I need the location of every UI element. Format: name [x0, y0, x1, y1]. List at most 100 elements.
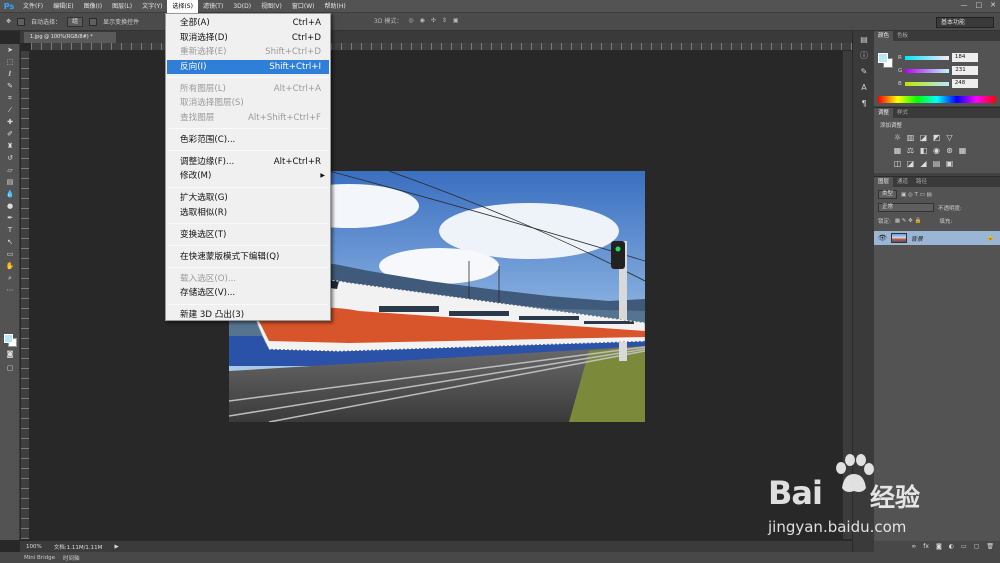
- rotate-3d-icon[interactable]: ◎: [408, 17, 413, 24]
- timeline-tab[interactable]: 时间轴: [63, 554, 80, 562]
- posterize-icon[interactable]: ◪: [905, 158, 916, 169]
- foreground-color-swatch[interactable]: [4, 334, 13, 343]
- menu-item[interactable]: 文件(F): [18, 0, 48, 13]
- lasso-tool-icon[interactable]: ℓ: [0, 68, 20, 80]
- color-spectrum[interactable]: [878, 96, 996, 103]
- show-transform-checkbox[interactable]: [89, 17, 98, 26]
- drag-3d-icon[interactable]: ✣: [431, 17, 436, 24]
- shape-tool-icon[interactable]: ▭: [0, 248, 20, 260]
- levels-icon[interactable]: ▥: [905, 132, 916, 143]
- menu-item[interactable]: 编辑(E): [48, 0, 78, 13]
- type-tool-icon[interactable]: T: [0, 224, 20, 236]
- crop-tool-icon[interactable]: ⌗: [0, 92, 20, 104]
- menu-item[interactable]: 图像(I): [79, 0, 107, 13]
- blue-slider[interactable]: [904, 81, 949, 86]
- filter-icons[interactable]: ▣ ◎ T ▭ ▤: [901, 192, 932, 198]
- delete-layer-icon[interactable]: 🗑: [986, 543, 994, 550]
- select-menu-item[interactable]: 新建 3D 凸出(3): [167, 308, 329, 322]
- path-select-icon[interactable]: ↖: [0, 236, 20, 248]
- move-tool-icon[interactable]: ✥: [6, 18, 11, 25]
- menu-item[interactable]: 视图(V): [256, 0, 287, 13]
- blur-tool-icon[interactable]: 💧: [0, 188, 20, 200]
- character-panel-icon[interactable]: A: [853, 79, 875, 95]
- link-layers-icon[interactable]: ∞: [911, 543, 916, 550]
- color-balance-icon[interactable]: ⚖: [905, 145, 916, 156]
- selective-color-icon[interactable]: ▣: [944, 158, 955, 169]
- screen-mode-icon[interactable]: ▢: [0, 362, 20, 374]
- select-menu-item[interactable]: 存储选区(V)...: [167, 286, 329, 300]
- select-menu-item[interactable]: 调整边缘(F)... Alt+Ctrl+R: [167, 155, 329, 169]
- red-value-input[interactable]: 184: [951, 53, 978, 62]
- select-menu-item[interactable]: 反向(I) Shift+Ctrl+I: [167, 59, 329, 74]
- zoom-level[interactable]: 100%: [26, 544, 42, 550]
- tab-color[interactable]: 颜色: [874, 31, 894, 41]
- layer-row-background[interactable]: 👁 背景 🔒: [874, 231, 1000, 245]
- menu-item[interactable]: 图层(L): [107, 0, 137, 13]
- select-menu-item[interactable]: 取消选择(D) Ctrl+D: [167, 31, 329, 45]
- tab-swatches[interactable]: 色板: [893, 31, 912, 41]
- eraser-tool-icon[interactable]: ▱: [0, 164, 20, 176]
- scale-3d-icon[interactable]: ▣: [453, 17, 459, 24]
- healing-brush-icon[interactable]: ✚: [0, 116, 20, 128]
- new-group-icon[interactable]: ▭: [961, 543, 967, 550]
- marquee-tool-icon[interactable]: ⬚: [0, 56, 20, 68]
- lock-icons[interactable]: ▦ ✎ ✥ 🔒: [895, 218, 922, 224]
- tab-paths[interactable]: 路径: [912, 177, 931, 187]
- zoom-tool-icon[interactable]: ⌕: [0, 272, 20, 284]
- color-lookup-icon[interactable]: ▦: [957, 145, 968, 156]
- hand-tool-icon[interactable]: ✋: [0, 260, 20, 272]
- new-adjustment-icon[interactable]: ◐: [949, 543, 954, 550]
- add-mask-icon[interactable]: ◙: [936, 543, 942, 550]
- tab-adjustments[interactable]: 调整: [874, 108, 894, 118]
- vibrance-icon[interactable]: ▽: [944, 132, 955, 143]
- roll-3d-icon[interactable]: ◉: [420, 17, 425, 24]
- status-menu-arrow-icon[interactable]: ▶: [114, 544, 118, 550]
- clone-stamp-icon[interactable]: ♜: [0, 140, 20, 152]
- slide-3d-icon[interactable]: ⇕: [442, 17, 447, 24]
- select-menu-item[interactable]: 全部(A) Ctrl+A: [167, 16, 329, 30]
- minimize-icon[interactable]: —: [961, 1, 968, 9]
- red-slider[interactable]: [904, 55, 949, 60]
- quick-mask-icon[interactable]: ◙: [0, 348, 20, 360]
- auto-select-checkbox[interactable]: [17, 17, 26, 26]
- tab-channels[interactable]: 通道: [893, 177, 912, 187]
- fx-icon[interactable]: fx: [923, 543, 929, 550]
- mini-bridge-tab[interactable]: Mini Bridge: [24, 555, 55, 561]
- blue-value-input[interactable]: 248: [951, 79, 978, 88]
- exposure-icon[interactable]: ◩: [931, 132, 942, 143]
- properties-panel-icon[interactable]: ⓘ: [853, 47, 875, 63]
- channel-mixer-icon[interactable]: ⊛: [944, 145, 955, 156]
- photo-filter-icon[interactable]: ◉: [931, 145, 942, 156]
- invert-icon[interactable]: ◫: [892, 158, 903, 169]
- workspace-selector[interactable]: 基本功能: [936, 17, 994, 28]
- menu-item[interactable]: 窗口(W): [287, 0, 320, 13]
- brush-tool-icon[interactable]: ✐: [0, 128, 20, 140]
- document-tab[interactable]: 1.jpg @ 100%(RGB/8#) *: [24, 32, 116, 43]
- maximize-icon[interactable]: □: [976, 1, 983, 9]
- gradient-tool-icon[interactable]: ▤: [0, 176, 20, 188]
- history-panel-icon[interactable]: ▤: [853, 31, 875, 47]
- black-white-icon[interactable]: ◧: [918, 145, 929, 156]
- more-tools-icon[interactable]: ⋯: [0, 284, 20, 296]
- select-menu-item[interactable]: 选取相似(R): [167, 206, 329, 220]
- green-value-input[interactable]: 231: [952, 66, 979, 75]
- menu-item[interactable]: 3D(D): [228, 0, 256, 13]
- menu-item[interactable]: 帮助(H): [320, 0, 351, 13]
- auto-select-dropdown[interactable]: 组: [67, 16, 84, 27]
- brush-panel-icon[interactable]: ✎: [853, 63, 875, 79]
- brightness-icon[interactable]: ☼: [892, 132, 903, 143]
- select-menu-item[interactable]: 扩大选取(G): [167, 191, 329, 205]
- gradient-map-icon[interactable]: ▤: [931, 158, 942, 169]
- close-icon[interactable]: ✕: [990, 1, 996, 9]
- dodge-tool-icon[interactable]: ●: [0, 200, 20, 212]
- quick-select-tool-icon[interactable]: ✎: [0, 80, 20, 92]
- select-menu-item[interactable]: 在快速蒙版模式下编辑(Q): [167, 250, 329, 264]
- green-slider[interactable]: [905, 68, 950, 73]
- tab-styles[interactable]: 样式: [893, 108, 912, 118]
- move-tool-icon[interactable]: ➤: [0, 44, 20, 56]
- tab-layers[interactable]: 图层: [874, 177, 894, 187]
- hue-saturation-icon[interactable]: ▦: [892, 145, 903, 156]
- select-menu-item[interactable]: 变换选区(T): [167, 228, 329, 242]
- pen-tool-icon[interactable]: ✒: [0, 212, 20, 224]
- threshold-icon[interactable]: ◢: [918, 158, 929, 169]
